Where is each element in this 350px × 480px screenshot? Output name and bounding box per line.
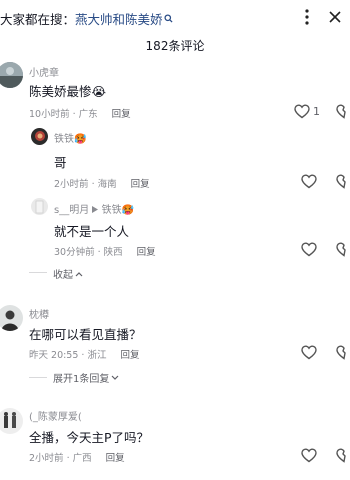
avatar[interactable] <box>0 62 23 88</box>
heart-outline-icon <box>301 242 317 257</box>
top-bar: 大家都在搜：燕大帅和陈美娇 <box>0 0 350 34</box>
comment-username[interactable]: 枕樽 <box>29 306 49 321</box>
reply-time: 30分钟前 <box>54 247 95 258</box>
reply-from-user[interactable]: s__明月 <box>54 205 89 216</box>
reply-location: 海南 <box>97 179 117 190</box>
comment-meta: 10小时前 · 广东 回复 <box>29 109 131 120</box>
reply-text: 哥 <box>54 155 67 170</box>
comment-text: 在哪可以看见直播？ <box>29 327 142 342</box>
reply-location: 陕西 <box>103 247 123 258</box>
like-button[interactable] <box>301 345 317 360</box>
like-button[interactable] <box>301 242 317 257</box>
reply-arrow-icon <box>92 206 99 213</box>
reply-text: 就不是一个人 <box>54 224 130 239</box>
dislike-button[interactable] <box>336 104 350 119</box>
dislike-button[interactable] <box>336 448 350 463</box>
broken-heart-icon <box>336 104 346 119</box>
reply-username: s__明月 铁铁🥵 <box>54 201 134 216</box>
chevron-up-icon <box>75 272 83 277</box>
expand-replies-button[interactable]: 展开1条回复 <box>53 370 119 385</box>
collapse-replies-button[interactable]: 收起 <box>53 266 83 281</box>
reply-meta: 2小时前 · 海南 回复 <box>54 179 150 190</box>
comments-title: 182条评论 <box>145 39 205 53</box>
reply-button[interactable]: 回复 <box>137 247 156 258</box>
divider <box>29 377 47 378</box>
dislike-button[interactable] <box>336 242 350 257</box>
like-count: 1 <box>313 105 320 118</box>
search-suggestion[interactable]: 大家都在搜：燕大帅和陈美娇 <box>0 9 173 28</box>
dislike-button[interactable] <box>336 345 350 360</box>
heart-outline-icon <box>301 448 317 463</box>
like-button[interactable] <box>294 104 310 119</box>
comment-time: 2小时前 <box>29 453 64 464</box>
like-button[interactable] <box>301 174 317 189</box>
comment-text: 陈美娇最惨😭 <box>29 84 107 99</box>
reply-time: 2小时前 <box>54 179 89 190</box>
broken-heart-icon <box>336 448 346 463</box>
avatar[interactable] <box>31 128 48 145</box>
comment-location: 浙江 <box>87 350 107 361</box>
reply-button[interactable]: 回复 <box>106 453 125 464</box>
reply-button[interactable]: 回复 <box>131 179 150 190</box>
heart-outline-icon <box>301 345 317 360</box>
divider <box>29 272 47 273</box>
reply-username[interactable]: 铁铁🥵 <box>54 130 86 145</box>
chevron-down-icon <box>111 375 119 380</box>
comment-location: 广东 <box>78 109 98 120</box>
reply-to-user[interactable]: 铁铁🥵 <box>102 205 134 216</box>
reply-button[interactable]: 回复 <box>120 350 139 361</box>
comment-meta: 2小时前 · 广西 回复 <box>29 453 125 464</box>
comment-location: 广西 <box>72 453 92 464</box>
comment-username[interactable]: 小虎章 <box>29 64 59 79</box>
collapse-label: 收起 <box>53 270 73 281</box>
like-button[interactable] <box>301 448 317 463</box>
search-prefix: 大家都在搜： <box>0 12 76 27</box>
heart-outline-icon <box>301 174 317 189</box>
close-icon[interactable] <box>325 7 345 27</box>
broken-heart-icon <box>336 242 346 257</box>
broken-heart-icon <box>336 345 346 360</box>
search-keyword[interactable]: 燕大帅和陈美娇 <box>75 12 163 27</box>
avatar[interactable] <box>0 305 23 331</box>
avatar[interactable] <box>31 198 48 215</box>
avatar[interactable] <box>0 408 23 434</box>
search-icon <box>163 14 173 27</box>
comment-time: 10小时前 <box>29 109 70 120</box>
comment-meta: 昨天 20:55 · 浙江 回复 <box>29 350 140 361</box>
broken-heart-icon <box>336 174 346 189</box>
more-vert-icon[interactable] <box>297 7 317 27</box>
reply-meta: 30分钟前 · 陕西 回复 <box>54 247 156 258</box>
comment-text: 全播，今天主P了吗？ <box>29 430 150 445</box>
comment-username[interactable]: (_陈蒙厚爱( <box>29 408 82 423</box>
reply-button[interactable]: 回复 <box>112 109 131 120</box>
dislike-button[interactable] <box>336 174 350 189</box>
comment-time: 昨天 20:55 <box>29 350 79 361</box>
expand-label: 展开1条回复 <box>53 374 110 385</box>
heart-outline-icon <box>294 104 310 119</box>
